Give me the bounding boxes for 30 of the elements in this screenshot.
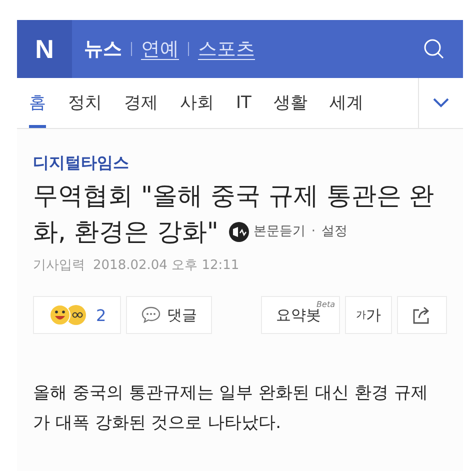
logo[interactable]: N [17, 20, 72, 78]
section-link[interactable]: 뉴스 [84, 36, 122, 62]
category-tab[interactable]: 생활 [273, 78, 308, 128]
speaker-icon[interactable] [228, 221, 250, 243]
beta-label: Beta [316, 300, 335, 309]
font-size-button[interactable]: 가가 [345, 296, 392, 334]
summary-button[interactable]: 요약봇 $^{Beta}$ [261, 296, 340, 334]
listen-link[interactable]: 본문듣기 [253, 214, 306, 250]
search-icon[interactable] [423, 38, 445, 60]
category-tab[interactable]: IT [236, 78, 252, 128]
section-link[interactable]: 스포츠 [198, 36, 255, 62]
share-button[interactable] [397, 296, 447, 334]
date-label: 기사입력 [33, 257, 85, 274]
headline-line: 화, 환경은 강화" [33, 216, 218, 248]
settings-link[interactable]: 설정 [321, 214, 348, 250]
category-tab[interactable]: 세계 [329, 78, 364, 128]
category-tab[interactable]: 경제 [124, 78, 158, 128]
article-date: 2018.02.04 오후 12:11 [93, 257, 240, 274]
share-icon [412, 305, 432, 325]
comment-button[interactable]: 댓글 [126, 296, 212, 334]
headline-line: 무역협회 "올해 중국 규제 통관은 완 [33, 180, 434, 212]
article-body: 올해 중국의 통관규제는 일부 완화된 대신 환경 규제가 대폭 강화된 것으로 나타났다. [33, 382, 429, 435]
category-tab[interactable]: 정치 [68, 78, 102, 128]
speech-bubble-icon [141, 306, 162, 324]
section-link[interactable]: 연예 [141, 36, 179, 62]
category-tab[interactable]: 사회 [180, 78, 214, 128]
press-name[interactable]: 디지털타임스 [33, 153, 129, 174]
separator-dot: · [311, 223, 316, 241]
reaction-button[interactable]: 2 [33, 296, 122, 334]
chevron-down-icon [433, 98, 449, 108]
